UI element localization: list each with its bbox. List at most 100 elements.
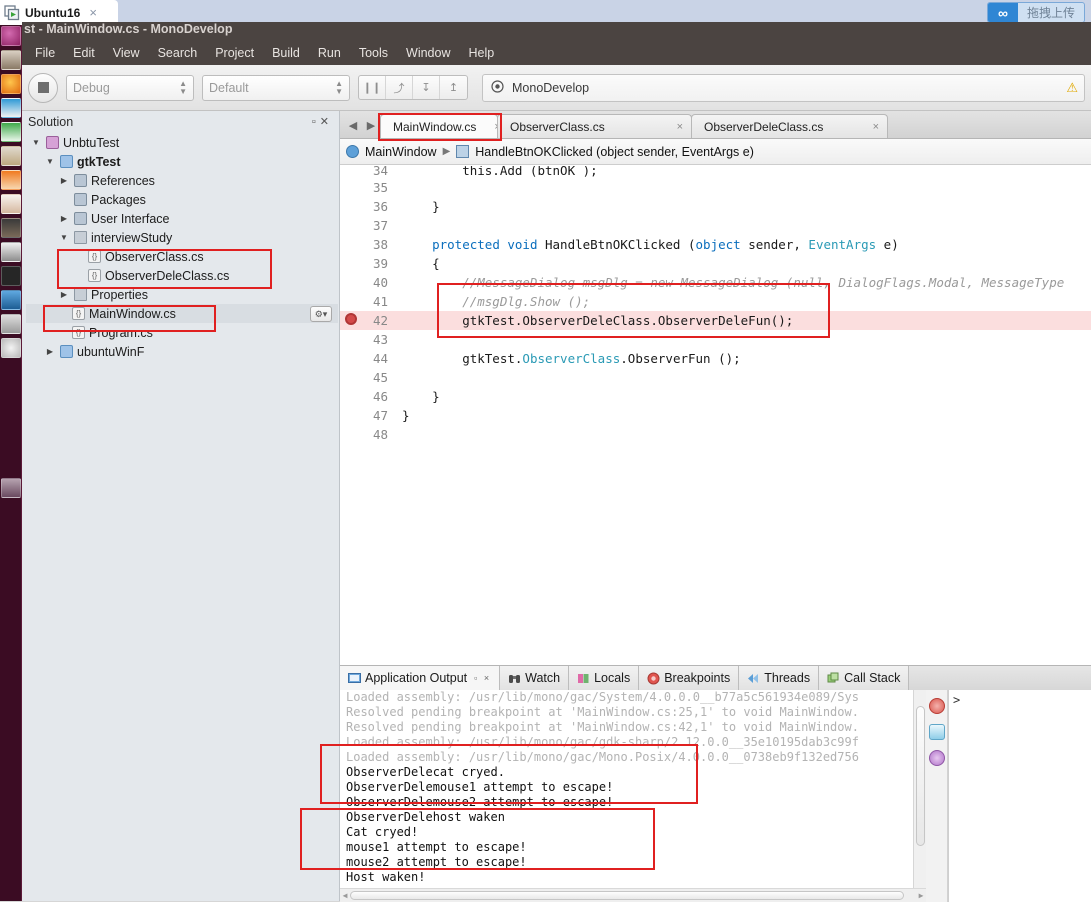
breadcrumb-member[interactable]: HandleBtnOKClicked (object sender, Event…	[475, 145, 754, 159]
tree-item-unbtutest[interactable]: ▼ UnbtuTest	[26, 133, 339, 152]
output-vertical-scrollbar[interactable]	[913, 690, 926, 888]
launcher-icon-trash[interactable]	[1, 338, 21, 358]
step-into-button[interactable]: ↧	[413, 76, 440, 99]
pad-tab-breakpoints[interactable]: Breakpoints	[639, 666, 740, 690]
tree-item-program[interactable]: {} Program.cs	[26, 323, 339, 342]
launcher-icon-libreoffice-impress[interactable]	[1, 170, 21, 190]
tree-item-label: References	[91, 173, 155, 188]
menu-edit[interactable]: Edit	[64, 43, 104, 63]
launcher-icon-monodevelop[interactable]	[1, 290, 21, 310]
line-number: 35	[372, 180, 388, 195]
menu-run[interactable]: Run	[309, 43, 350, 63]
step-over-button[interactable]: ⤴	[386, 76, 413, 99]
code-line: 40 //MessageDialog msgDlg = new MessageD…	[340, 273, 1091, 292]
twisty-icon[interactable]: ▼	[58, 233, 70, 242]
twisty-icon[interactable]: ▶	[44, 347, 56, 356]
pad-tab-locals[interactable]: Locals	[569, 666, 640, 690]
tree-item-observerclass[interactable]: {} ObserverClass.cs	[26, 247, 339, 266]
pad-window-controls[interactable]: ▫✕	[312, 115, 333, 128]
status-bar[interactable]: MonoDevelop ⚠	[482, 73, 1085, 102]
configuration-select[interactable]: Debug ▲ ▼	[66, 74, 194, 101]
tree-item-mainwindow[interactable]: {} MainWindow.cs ⚙▾	[26, 304, 338, 323]
pad-tab-threads[interactable]: Threads	[739, 666, 820, 690]
twisty-icon[interactable]: ▶	[58, 176, 70, 185]
scroll-left-icon[interactable]: ◀	[340, 891, 350, 900]
clear-icon[interactable]	[928, 724, 945, 740]
launcher-icon-settings[interactable]	[1, 242, 21, 262]
pin-icon[interactable]	[928, 750, 945, 766]
immediate-pane[interactable]: >	[948, 690, 1091, 902]
menu-tools[interactable]: Tools	[350, 43, 397, 63]
launcher-icon-libreoffice-writer[interactable]	[1, 146, 21, 166]
menu-search[interactable]: Search	[149, 43, 207, 63]
code-line: 37	[340, 216, 1091, 235]
twisty-icon[interactable]: ▼	[44, 157, 56, 166]
tree-item-gtktest[interactable]: ▼ gtkTest	[26, 152, 339, 171]
editor-tab-mainwindow[interactable]: MainWindow.cs ×	[380, 114, 501, 138]
line-number: 44	[372, 351, 388, 366]
tree-item-user-interface[interactable]: ▶ User Interface	[26, 209, 339, 228]
menu-help[interactable]: Help	[459, 43, 503, 63]
code-view[interactable]: 34 this.Add (btnOK ); 35 36 } 37 38 prot…	[340, 166, 1091, 706]
twisty-icon[interactable]: ▼	[30, 138, 42, 147]
launcher-icon-libreoffice-calc[interactable]	[1, 122, 21, 142]
menu-window[interactable]: Window	[397, 43, 459, 63]
launcher-icon-dash[interactable]	[1, 26, 21, 46]
binoculars-icon	[508, 672, 521, 685]
tree-item-references[interactable]: ▶ References	[26, 171, 339, 190]
code-token: gtkTest.	[402, 351, 523, 366]
tree-item-observerdeleclass[interactable]: {} ObserverDeleClass.cs	[26, 266, 339, 285]
editor-tab-observerclass[interactable]: ObserverClass.cs ×	[497, 114, 692, 138]
scrollbar-thumb[interactable]	[350, 891, 904, 900]
runtime-select[interactable]: Default ▲ ▼	[202, 74, 350, 101]
launcher-icon-thunderbird[interactable]	[1, 98, 21, 118]
editor-tab-observerdeleclass[interactable]: ObserverDeleClass.cs ×	[691, 114, 888, 138]
launcher-icon-firefox[interactable]	[1, 74, 21, 94]
menu-build[interactable]: Build	[263, 43, 309, 63]
launcher-icon-files[interactable]	[1, 50, 21, 70]
menu-file[interactable]: File	[26, 43, 64, 63]
launcher-icon-software-center[interactable]	[1, 194, 21, 214]
pad-tab-call-stack[interactable]: Call Stack	[819, 666, 910, 690]
pause-button[interactable]: ❙❙	[359, 76, 386, 99]
menu-view[interactable]: View	[104, 43, 149, 63]
close-icon[interactable]: ×	[89, 5, 97, 20]
breakpoint-icon[interactable]	[345, 313, 357, 325]
pad-tab-watch[interactable]: Watch	[500, 666, 570, 690]
twisty-icon[interactable]: ▶	[58, 214, 70, 223]
class-icon	[346, 145, 359, 158]
tree-item-packages[interactable]: Packages	[26, 190, 339, 209]
pad-tab-application-output[interactable]: Application Output ▫ ×	[340, 666, 501, 690]
tree-item-interviewstudy[interactable]: ▼ interviewStudy	[26, 228, 339, 247]
project-icon	[60, 155, 73, 168]
menu-project[interactable]: Project	[206, 43, 263, 63]
upload-button[interactable]: ∞ 拖拽上传	[986, 2, 1085, 23]
breadcrumb-class[interactable]: MainWindow	[365, 145, 437, 159]
warning-icon[interactable]: ⚠	[1066, 80, 1078, 96]
twisty-icon[interactable]: ▶	[58, 290, 70, 299]
tree-item-properties[interactable]: ▶ Properties	[26, 285, 339, 304]
close-icon[interactable]: ×	[677, 121, 683, 133]
launcher-icon-extra[interactable]	[1, 478, 21, 498]
scrollbar-thumb[interactable]	[916, 706, 925, 846]
gutter[interactable]	[340, 313, 362, 328]
line-number: 37	[372, 218, 388, 233]
tree-item-label: ObserverDeleClass.cs	[105, 268, 230, 283]
step-out-button[interactable]: ↥	[440, 76, 467, 99]
scroll-right-icon[interactable]: ▶	[916, 891, 926, 900]
tab-nav-forward-icon[interactable]: ▶	[362, 119, 380, 138]
item-options-button[interactable]: ⚙▾	[310, 305, 332, 322]
tree-item-label: Packages	[91, 192, 146, 207]
launcher-icon-terminal[interactable]	[1, 266, 21, 286]
pad-controls[interactable]: ▫ ×	[474, 673, 491, 683]
tab-nav-back-icon[interactable]: ◀	[344, 119, 362, 138]
stop-button[interactable]	[28, 72, 58, 103]
launcher-icon-app-grey[interactable]	[1, 314, 21, 334]
close-icon[interactable]: ×	[873, 121, 879, 133]
output-horizontal-scrollbar[interactable]: ◀ ▶	[340, 888, 926, 902]
launcher-icon-amazon[interactable]	[1, 218, 21, 238]
stop-icon[interactable]	[928, 698, 945, 714]
ubuntu-launcher[interactable]	[0, 25, 22, 901]
tree-item-ubuntuwinf[interactable]: ▶ ubuntuWinF	[26, 342, 339, 361]
application-output-view[interactable]: Loaded assembly: /usr/lib/mono/gac/Syste…	[340, 690, 926, 902]
